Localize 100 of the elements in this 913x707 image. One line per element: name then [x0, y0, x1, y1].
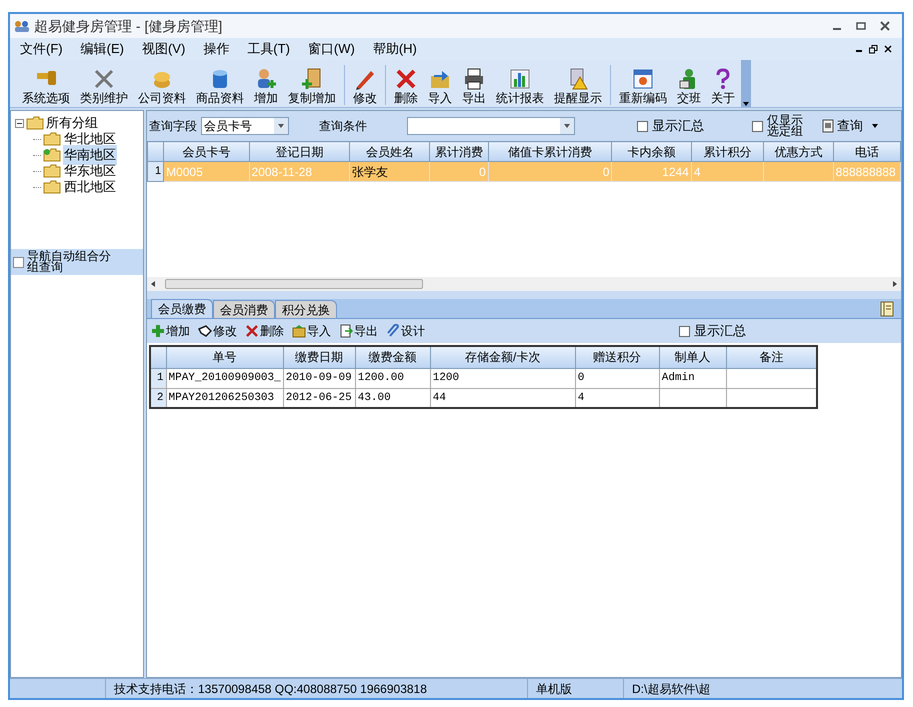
toolbar-button[interactable]: 关于	[707, 67, 739, 105]
people-icon	[14, 20, 30, 32]
toolbar-button[interactable]: 删除	[245, 322, 284, 340]
column-header[interactable]: 赠送积分	[575, 346, 660, 368]
toolbar-button[interactable]: 商品资料	[192, 67, 248, 105]
row-number: 1	[156, 372, 164, 384]
tab[interactable]: 积分兑换	[275, 300, 337, 318]
toolbar-button[interactable]: 类别维护	[76, 67, 132, 105]
column-header[interactable]: 存储金额/卡次	[430, 346, 576, 368]
folder-icon	[43, 148, 61, 162]
menu-item[interactable]: 窗口(W)	[308, 39, 355, 59]
toolbar-button[interactable]: 导出	[339, 322, 378, 340]
close-icon[interactable]	[884, 45, 892, 53]
column-header[interactable]: 制单人	[659, 346, 726, 368]
checkbox-label: 导航自动组合分组查询	[27, 251, 112, 273]
column-header[interactable]: 储值卡累计消费	[488, 142, 612, 162]
column-header[interactable]: 会员姓名	[350, 142, 430, 162]
menu-item[interactable]: 操作	[203, 39, 230, 59]
window-title: 超易健身房管理 - [健身房管理]	[34, 16, 222, 36]
toolbar-button[interactable]: 导入	[292, 322, 331, 340]
folder-icon	[26, 116, 44, 130]
checkbox[interactable]	[679, 326, 690, 336]
close-icon[interactable]	[880, 21, 890, 31]
toolbar-button[interactable]: 导入	[424, 67, 456, 105]
table-cell: MPAY201206250303	[168, 392, 274, 404]
caret-icon	[564, 124, 570, 128]
column-header[interactable]: 累计积分	[691, 142, 764, 162]
horizontal-scrollbar[interactable]	[147, 277, 901, 291]
field-label: 查询条件	[319, 118, 367, 135]
status-text: 技术支持电话：13570098458 QQ:408088750 1966903818	[106, 679, 528, 698]
column-header[interactable]: 登记日期	[249, 142, 350, 162]
column-header[interactable]: 缴费金额	[355, 346, 430, 368]
table-cell: 43.00	[358, 392, 391, 404]
menu-item[interactable]: 编辑(E)	[80, 39, 124, 59]
checkbox-label: 显示汇总	[694, 322, 746, 340]
toolbar-button[interactable]: 修改	[198, 322, 237, 340]
menu-item[interactable]: 文件(F)	[20, 39, 63, 59]
notebook-icon[interactable]	[879, 301, 895, 317]
toolbar-button[interactable]: 交班	[673, 67, 705, 105]
table-cell: 张学友	[352, 164, 388, 178]
tree-item[interactable]: 华南地区	[63, 145, 117, 165]
table-cell: 1200	[432, 372, 460, 384]
table-cell: 1244	[662, 164, 689, 178]
tools-icon	[92, 67, 116, 91]
table-cell: MPAY_20100909003_	[168, 372, 281, 384]
column-header[interactable]: 缴费日期	[283, 346, 356, 368]
caret-icon	[278, 124, 284, 128]
plus-icon	[151, 324, 165, 338]
box-icon	[292, 324, 306, 338]
search-button[interactable]: 查询	[821, 116, 879, 136]
menu-item[interactable]: 工具(T)	[247, 39, 290, 59]
column-header[interactable]: 电话	[833, 142, 900, 162]
field-dropdown[interactable]: 会员卡号	[201, 117, 289, 135]
checkbox[interactable]	[13, 256, 24, 268]
toolbar-button[interactable]: 设计	[386, 322, 425, 340]
toolbar-button[interactable]: 增加	[151, 322, 190, 340]
toolbar-button[interactable]: 导出	[458, 67, 490, 105]
toolbar-button[interactable]: 修改	[349, 67, 381, 105]
caret-icon	[871, 123, 879, 129]
column-header[interactable]: 累计消费	[430, 142, 488, 162]
scrollbar-thumb[interactable]	[165, 279, 423, 289]
restore-icon[interactable]	[869, 44, 878, 54]
toolbar-overflow-button[interactable]	[741, 60, 751, 107]
table-cell: 4	[694, 164, 701, 178]
collapse-toggle[interactable]	[15, 118, 24, 128]
left-arrow-icon[interactable]	[149, 280, 157, 288]
checkbox[interactable]	[752, 120, 763, 132]
toolbar-button[interactable]: 系统选项	[18, 67, 74, 105]
table-cell: 1200.00	[358, 372, 404, 384]
condition-dropdown[interactable]	[407, 117, 575, 135]
toolbar-button[interactable]: 增加	[250, 67, 282, 105]
column-header[interactable]: 会员卡号	[164, 142, 250, 162]
column-header[interactable]: 优惠方式	[764, 142, 834, 162]
menu-item[interactable]: 帮助(H)	[372, 39, 417, 59]
folder-icon	[43, 164, 61, 178]
toolbar-button[interactable]: 复制增加	[284, 67, 340, 105]
checkbox[interactable]	[637, 120, 648, 132]
status-text: D:\超易软件\超	[631, 680, 712, 698]
status-text: 单机版	[528, 679, 624, 698]
document-icon	[821, 119, 835, 133]
table-cell: 0	[578, 372, 584, 384]
row-number: 2	[156, 392, 164, 404]
row-number: 1	[154, 165, 162, 178]
toolbar-button[interactable]: 统计报表	[492, 67, 548, 105]
toolbar-button[interactable]: 删除	[390, 67, 422, 105]
table-cell: 2008-11-28	[252, 164, 312, 178]
toolbar-button[interactable]: 公司资料	[134, 67, 190, 105]
column-header[interactable]: 备注	[726, 346, 818, 368]
menu-item[interactable]: 视图(V)	[142, 39, 186, 59]
maximize-icon[interactable]	[856, 21, 866, 31]
column-header[interactable]: 单号	[166, 346, 284, 368]
cross-icon	[245, 324, 259, 338]
toolbar-button[interactable]: 重新编码	[615, 67, 671, 105]
tab[interactable]: 会员缴费	[151, 299, 213, 318]
toolbar-button[interactable]: 提醒显示	[550, 67, 606, 105]
folder-icon	[43, 132, 61, 146]
tab[interactable]: 会员消费	[213, 300, 275, 318]
column-header[interactable]: 卡内余额	[612, 142, 692, 162]
right-arrow-icon[interactable]	[891, 280, 899, 288]
table-row[interactable]: 1 M0005 2008-11-28 张学友 0 0 1244 4 888888888	[148, 162, 900, 182]
